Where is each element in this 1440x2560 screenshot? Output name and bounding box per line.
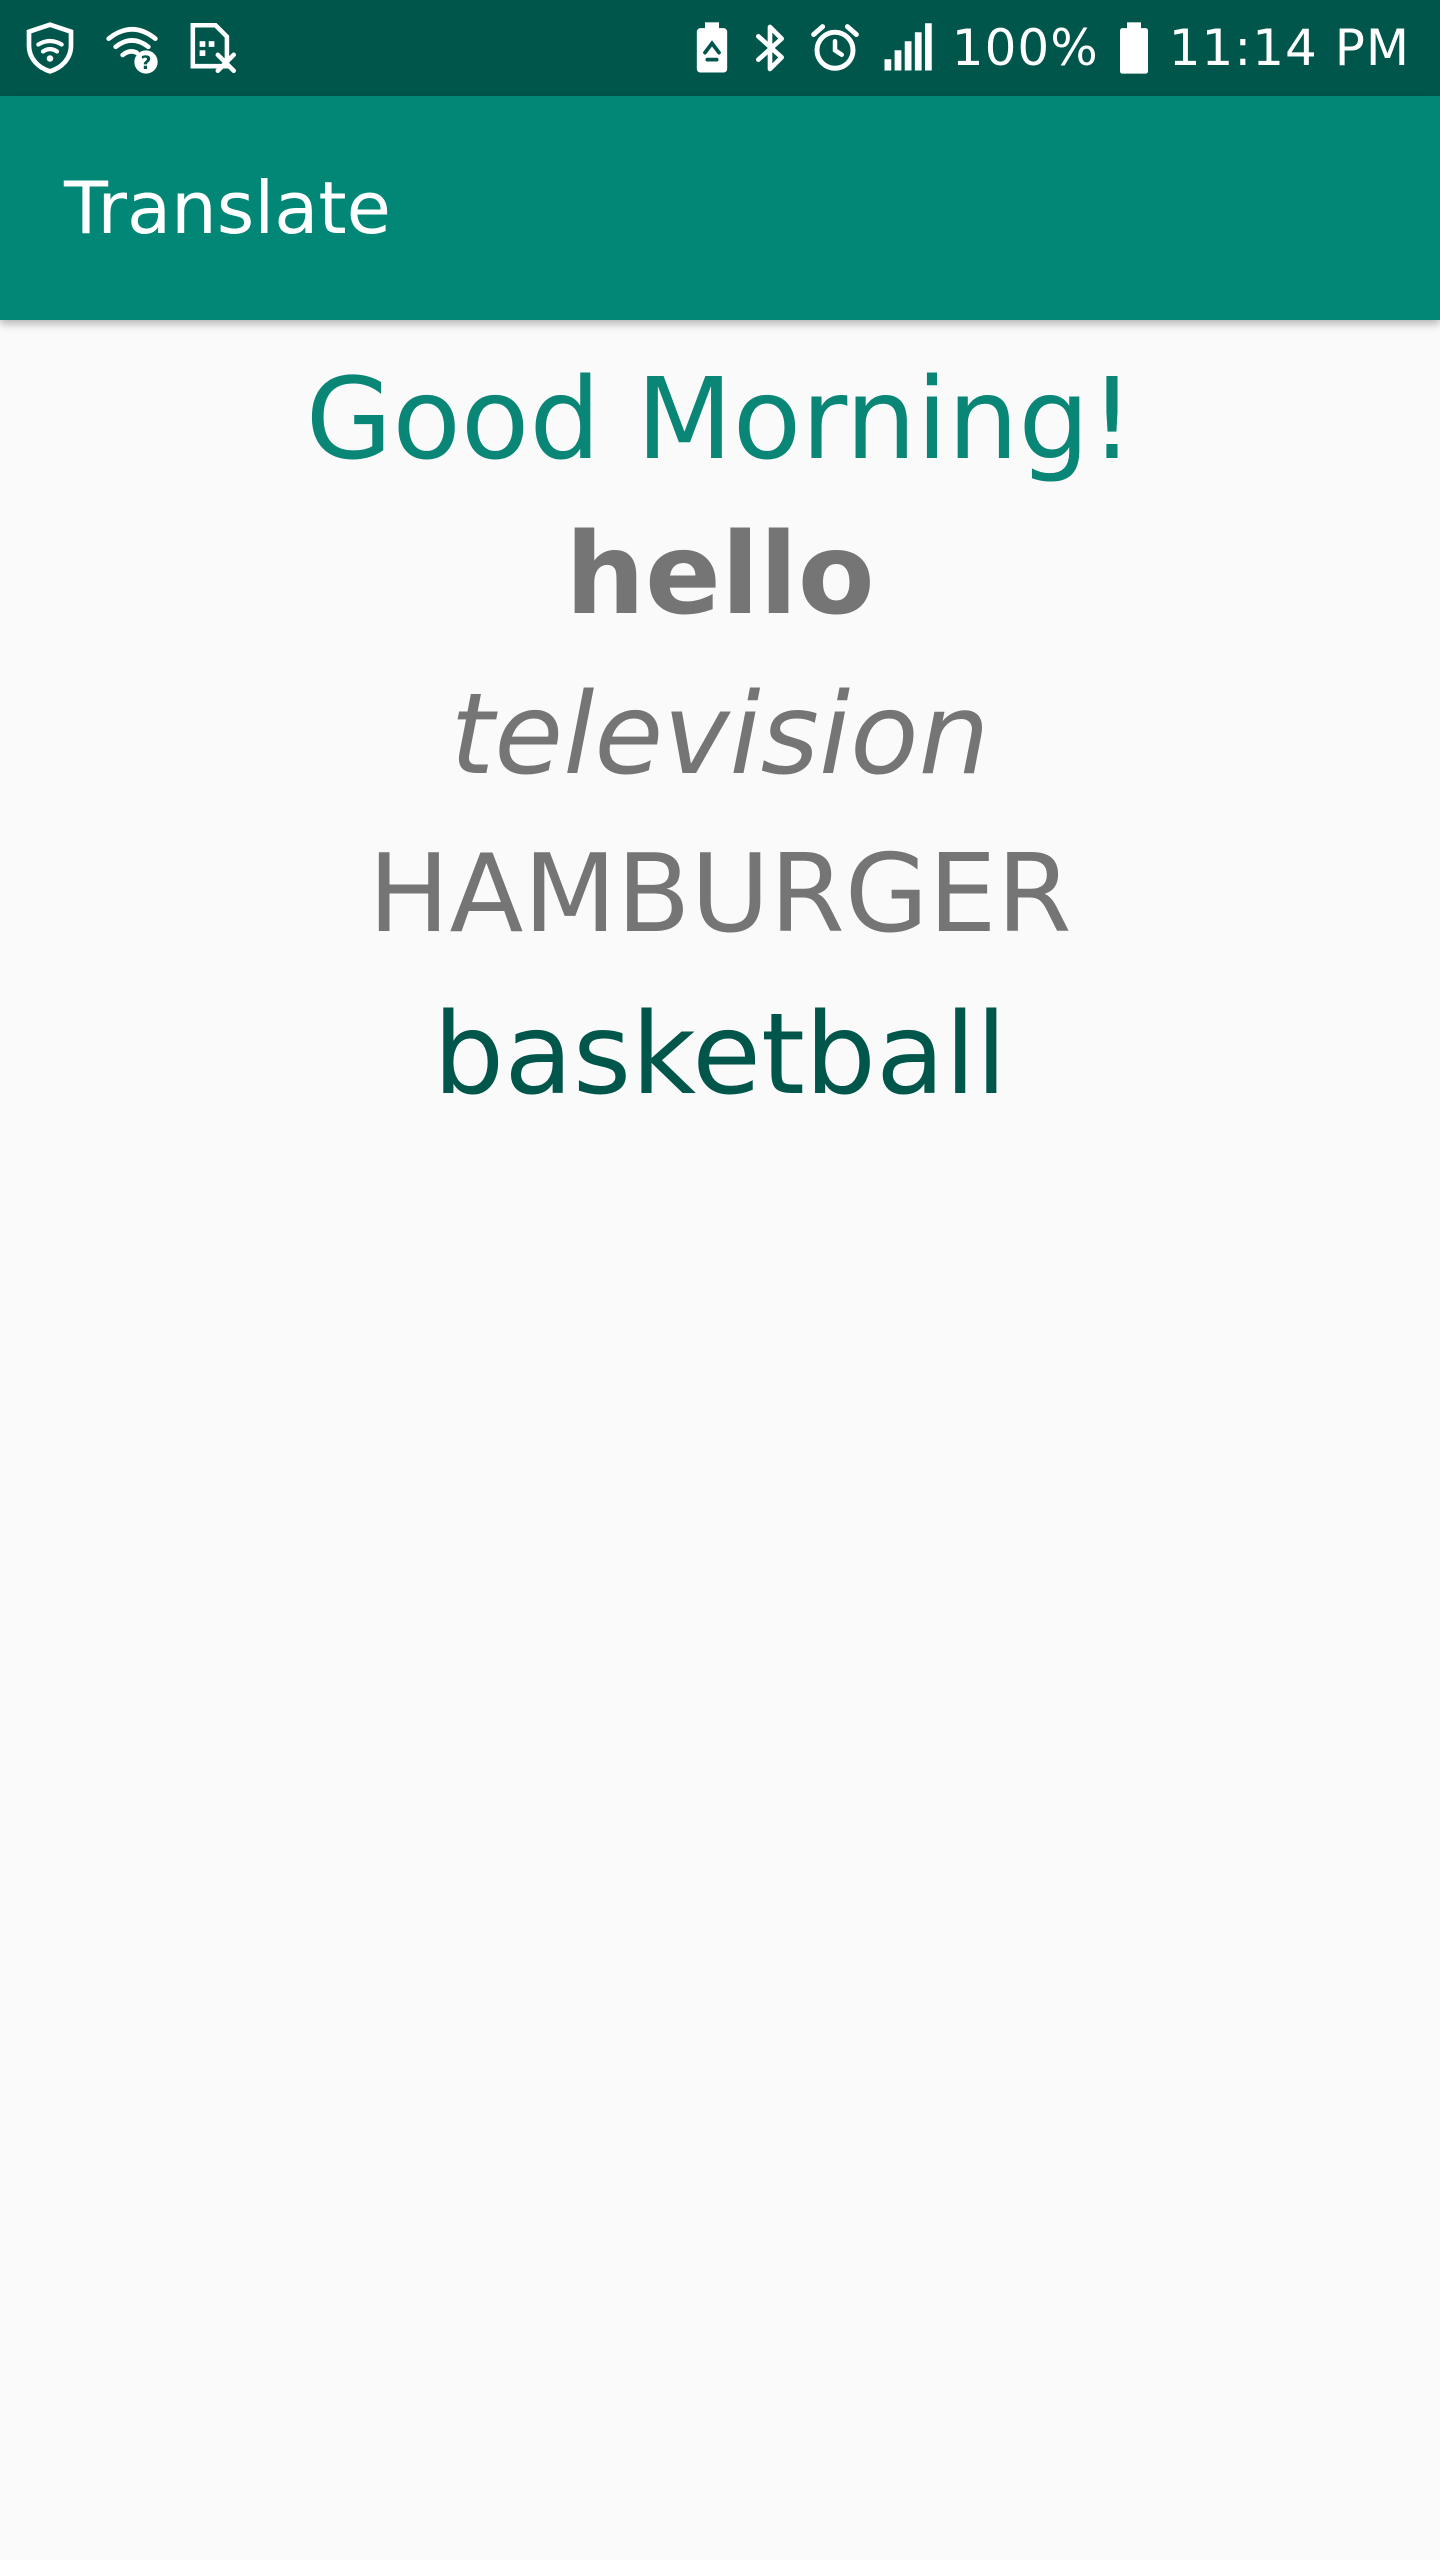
greeting-text: Good Morning! — [305, 355, 1135, 485]
app-bar: Translate — [0, 96, 1440, 320]
battery-percent: 100% — [951, 19, 1099, 77]
app-title: Translate — [64, 166, 391, 250]
battery-icon — [1117, 20, 1151, 76]
word-hamburger[interactable]: HAMBURGER — [0, 825, 1440, 965]
status-bar-left: ? — [22, 18, 236, 78]
alarm-icon — [808, 20, 862, 76]
word-hello[interactable]: hello — [0, 505, 1440, 645]
status-bar-right: 100% 11:14 PM — [692, 18, 1410, 78]
shield-icon — [22, 20, 78, 76]
status-time: 11:14 PM — [1168, 19, 1410, 77]
bluetooth-icon — [750, 20, 790, 76]
battery-saver-icon — [692, 20, 732, 76]
status-bar: ? 100% 11:14 PM — [0, 0, 1440, 96]
wifi-question-icon: ? — [104, 20, 160, 76]
word-television[interactable]: television — [0, 665, 1440, 805]
word-basketball[interactable]: basketball — [0, 985, 1440, 1125]
signal-icon — [880, 21, 934, 75]
sim-off-icon — [186, 20, 236, 76]
svg-text:?: ? — [141, 53, 152, 74]
